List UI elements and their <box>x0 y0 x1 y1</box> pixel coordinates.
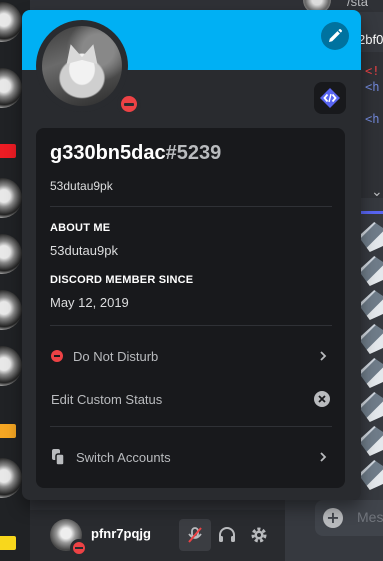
tab-indicator <box>361 211 383 214</box>
panel-username[interactable]: pfnr7pqjg <box>91 526 151 541</box>
deafen-button[interactable] <box>211 519 243 551</box>
shark-emoji <box>361 460 383 490</box>
mute-button[interactable] <box>179 519 211 551</box>
gear-icon <box>251 527 267 543</box>
divider <box>50 206 332 207</box>
plus-icon[interactable]: + <box>323 508 343 528</box>
member-since-heading: DISCORD MEMBER SINCE <box>50 274 194 286</box>
code-line: <h <box>365 80 380 94</box>
custom-status-text: 53dutau9pk <box>50 179 113 193</box>
edit-profile-button[interactable] <box>321 22 349 50</box>
hypesquad-code-badge-icon <box>320 88 340 108</box>
switch-accounts-icon <box>52 449 65 466</box>
shark-emoji <box>361 290 383 320</box>
server-icon[interactable] <box>0 346 22 386</box>
shark-emoji <box>361 426 383 456</box>
server-icon[interactable] <box>0 234 22 274</box>
shark-emoji <box>361 256 383 286</box>
status-menu-item[interactable]: Do Not Disturb <box>42 339 338 373</box>
chevron-right-icon <box>320 452 327 462</box>
server-folder-icon[interactable] <box>0 424 16 438</box>
server-folder-icon[interactable] <box>0 536 16 550</box>
do-not-disturb-icon <box>51 350 63 362</box>
shark-emoji <box>361 222 383 252</box>
divider <box>50 325 332 326</box>
about-me-text: 53dutau9pk <box>50 243 118 258</box>
chevron-right-icon <box>320 351 327 361</box>
code-line: <! <box>365 64 380 78</box>
avatar-frame <box>36 20 141 116</box>
divider <box>50 426 332 427</box>
server-icon[interactable] <box>0 2 22 42</box>
server-icon[interactable] <box>0 290 22 330</box>
server-icon[interactable] <box>0 178 22 218</box>
pencil-icon <box>329 28 343 42</box>
settings-button[interactable] <box>243 519 275 551</box>
server-icon[interactable] <box>0 458 22 498</box>
clear-status-button[interactable] <box>314 391 330 407</box>
discriminator: #5239 <box>165 142 222 164</box>
profile-body: g330bn5dac#5239 53dutau9pk ABOUT ME 53du… <box>36 128 345 488</box>
username-text: g330bn5dac <box>50 142 166 164</box>
mic-muted-icon <box>188 527 202 543</box>
shark-emoji <box>361 358 383 388</box>
user-profile-popout: g330bn5dac#5239 53dutau9pk ABOUT ME 53du… <box>22 10 361 500</box>
member-since-date: May 12, 2019 <box>50 295 129 310</box>
profile-username[interactable]: g330bn5dac#5239 <box>50 142 221 165</box>
switch-accounts-item[interactable]: Switch Accounts <box>42 440 338 474</box>
shark-emoji <box>361 392 383 422</box>
edit-custom-status-item[interactable]: Edit Custom Status <box>42 382 338 416</box>
message-input[interactable]: + Mes <box>315 500 383 536</box>
server-icon[interactable] <box>0 68 22 108</box>
code-line: <h <box>365 112 380 126</box>
do-not-disturb-icon <box>117 92 141 116</box>
switch-accounts-label: Switch Accounts <box>76 449 171 465</box>
close-circle-icon <box>318 395 326 403</box>
chevron-down-icon[interactable]: ⌄ <box>371 184 383 200</box>
shark-emoji <box>361 324 383 354</box>
headphones-icon <box>219 527 235 542</box>
message-text: /sta <box>347 0 368 9</box>
user-panel: pfnr7pqjg <box>30 510 285 561</box>
status-label: Do Not Disturb <box>73 348 159 364</box>
edit-custom-status-label: Edit Custom Status <box>51 391 163 407</box>
do-not-disturb-icon <box>70 539 88 557</box>
server-folder-icon[interactable] <box>0 144 16 158</box>
message-input-placeholder: Mes <box>357 509 383 525</box>
avatar[interactable] <box>42 26 122 106</box>
code-block-header: 2bf0 <box>358 28 383 52</box>
about-me-heading: ABOUT ME <box>50 222 111 234</box>
profile-badge[interactable] <box>314 82 346 114</box>
